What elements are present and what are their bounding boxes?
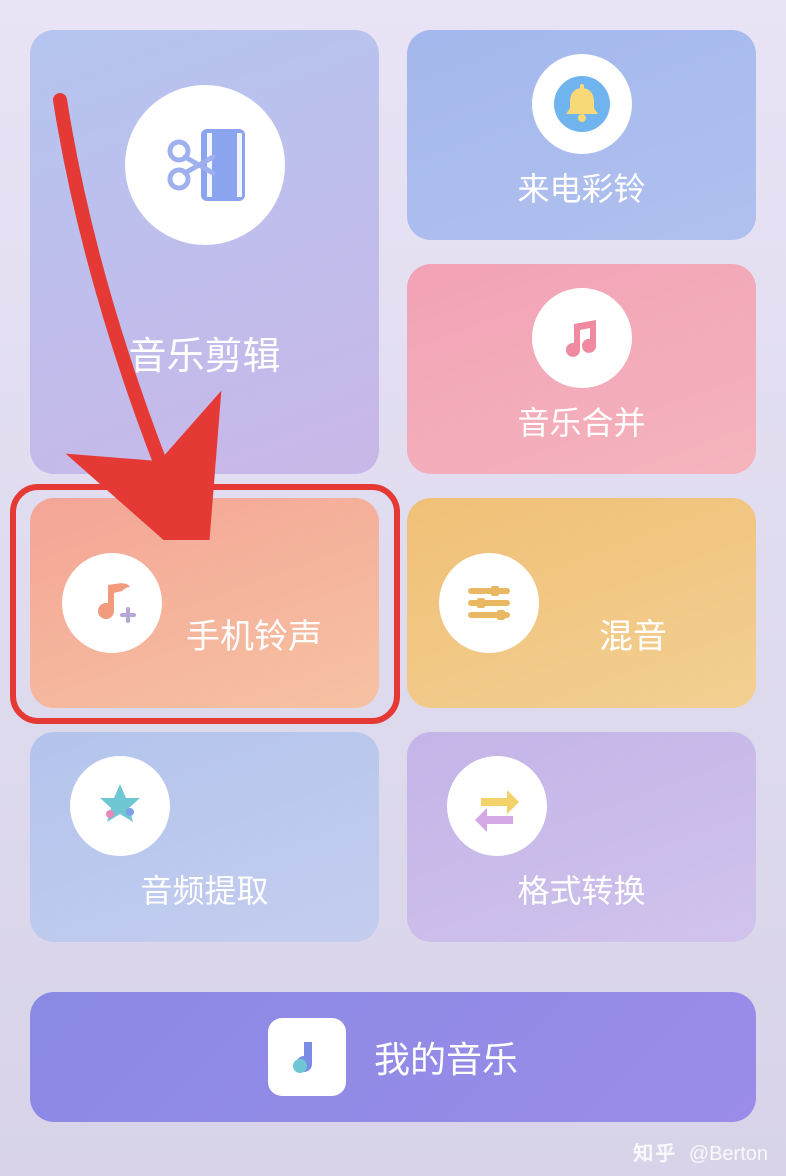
watermark-author: @Berton — [689, 1143, 768, 1165]
exchange-icon — [447, 756, 547, 856]
tile-music-edit[interactable]: 音乐剪辑 — [30, 30, 379, 474]
music-folder-icon — [268, 1018, 346, 1096]
tile-music-merge[interactable]: 音乐合并 — [407, 264, 756, 474]
tile-phone-ringtone[interactable]: 手机铃声 — [30, 498, 379, 708]
tile-audio-mix[interactable]: 混音 — [407, 498, 756, 708]
tile-label: 音乐合并 — [407, 398, 756, 444]
watermark-site: 知乎 — [633, 1143, 677, 1165]
tile-format-convert[interactable]: 格式转换 — [407, 732, 756, 942]
tile-label: 音乐剪辑 — [30, 325, 379, 380]
tile-label: 来电彩铃 — [407, 164, 756, 210]
tile-label: 手机铃声 — [186, 609, 322, 658]
scissors-film-icon — [125, 85, 285, 245]
bar-label: 我的音乐 — [374, 1031, 518, 1083]
tile-label: 格式转换 — [407, 866, 756, 912]
tile-label: 混音 — [599, 609, 667, 658]
star-music-icon — [70, 756, 170, 856]
sliders-icon — [439, 553, 539, 653]
tile-audio-extract[interactable]: 音频提取 — [30, 732, 379, 942]
bell-icon — [532, 54, 632, 154]
my-music-bar[interactable]: 我的音乐 — [30, 992, 756, 1122]
tile-label: 音频提取 — [30, 866, 379, 912]
music-plus-icon — [62, 553, 162, 653]
music-note-icon — [532, 288, 632, 388]
watermark: 知乎 @Berton — [633, 1137, 768, 1166]
tile-incoming-ringtone[interactable]: 来电彩铃 — [407, 30, 756, 240]
feature-grid: 音乐剪辑 来电彩铃 音乐合并 — [0, 0, 786, 942]
